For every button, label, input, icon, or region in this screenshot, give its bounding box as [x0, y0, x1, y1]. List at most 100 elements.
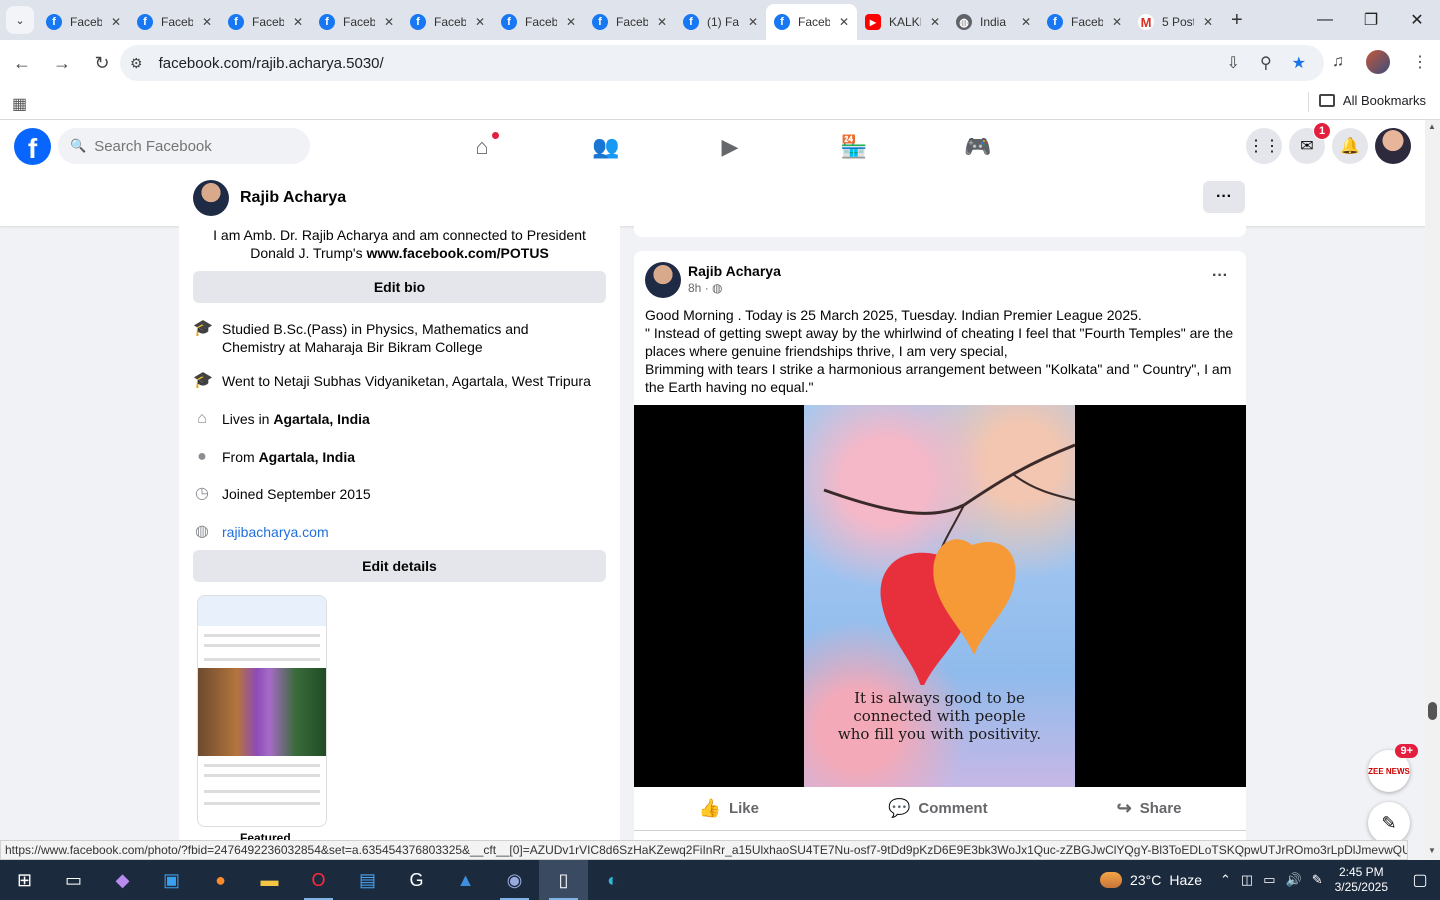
close-tab-icon[interactable]: ✕ — [566, 15, 576, 29]
media-control-icon[interactable]: ♫ — [1332, 53, 1344, 71]
zoom-icon[interactable]: ⚲ — [1260, 53, 1272, 73]
all-bookmarks-button[interactable]: All Bookmarks — [1318, 93, 1426, 108]
post-author-name[interactable]: Rajib Acharya — [688, 263, 781, 279]
tab[interactable]: ◍ India ✕ — [948, 6, 1039, 38]
restore-icon[interactable]: ❐ — [1348, 0, 1394, 40]
account-avatar[interactable] — [1375, 128, 1411, 164]
facebook-search[interactable]: 🔍 — [58, 128, 310, 164]
apps-grid-icon[interactable]: ▦ — [12, 94, 27, 114]
tab[interactable]: f Facebook ✕ — [493, 6, 584, 38]
close-tab-icon[interactable]: ✕ — [657, 15, 667, 29]
tab[interactable]: f Facebook ✕ — [1039, 6, 1130, 38]
facebook-logo-icon[interactable]: f — [14, 128, 51, 165]
post-photo[interactable]: It is always good to be connected with p… — [804, 405, 1075, 787]
close-window-icon[interactable]: ✕ — [1394, 0, 1440, 40]
bio-link[interactable]: www.facebook.com/POTUS — [366, 245, 548, 261]
url-text[interactable]: facebook.com/rajib.acharya.5030/ — [159, 55, 384, 72]
google-chrome-icon[interactable]: G — [392, 860, 441, 900]
minimize-icon[interactable]: — — [1302, 0, 1348, 40]
copilot-icon[interactable]: ◆ — [98, 860, 147, 900]
file-explorer-icon[interactable]: ▬ — [245, 860, 294, 900]
back-icon[interactable]: ← — [4, 45, 40, 81]
media-app-icon[interactable]: ◉ — [490, 860, 539, 900]
close-tab-icon[interactable]: ✕ — [384, 15, 394, 29]
scroll-up-arrow-icon[interactable]: ▲ — [1428, 122, 1436, 131]
profile-more-button[interactable]: ··· — [1203, 181, 1245, 213]
tab[interactable]: f Facebook ✕ — [402, 6, 493, 38]
pen-icon[interactable]: ✎ — [1312, 872, 1323, 888]
friends-icon[interactable]: 👥 — [544, 120, 668, 173]
marketplace-icon[interactable]: 🏪 — [792, 120, 916, 173]
reload-icon[interactable]: ↻ — [84, 45, 120, 81]
tab[interactable]: f Facebook ✕ — [220, 6, 311, 38]
menu-grid-icon[interactable]: ⋮⋮ — [1246, 128, 1282, 164]
featured-thumbnail[interactable] — [197, 595, 327, 827]
show-hidden-icons-icon[interactable]: ⌃ — [1220, 872, 1231, 888]
close-tab-icon[interactable]: ✕ — [839, 15, 849, 29]
notification-center-icon[interactable]: ▢ — [1400, 870, 1440, 890]
website-link[interactable]: rajibacharya.com — [222, 523, 329, 541]
lives-place[interactable]: Agartala, India — [273, 411, 369, 427]
close-tab-icon[interactable]: ✕ — [1021, 15, 1031, 29]
gaming-icon[interactable]: 🎮 — [916, 120, 1040, 173]
video-icon[interactable]: ▶ — [668, 120, 792, 173]
close-tab-icon[interactable]: ✕ — [930, 15, 940, 29]
scrollbar-thumb[interactable] — [1428, 702, 1437, 720]
search-input[interactable] — [94, 137, 295, 155]
monitor-app-icon[interactable]: ▣ — [147, 860, 196, 900]
volume-icon[interactable]: 🔊 — [1286, 872, 1302, 888]
tab[interactable]: f Facebook ✕ — [584, 6, 675, 38]
forward-icon[interactable]: → — [44, 45, 80, 81]
tab[interactable]: f Facebook ✕ — [129, 6, 220, 38]
from-place[interactable]: Agartala, India — [259, 449, 355, 465]
new-tab-button[interactable]: + — [1231, 9, 1243, 32]
bookmark-star-icon[interactable]: ★ — [1292, 53, 1306, 73]
share-button[interactable]: ↪ Share — [1117, 798, 1182, 819]
task-view-icon[interactable]: ▭ — [49, 860, 98, 900]
close-tab-icon[interactable]: ✕ — [111, 15, 121, 29]
browser-profile-avatar[interactable] — [1366, 50, 1390, 74]
tab-search-button[interactable]: ⌄ — [6, 6, 34, 34]
browser-menu-icon[interactable]: ⋮ — [1412, 52, 1428, 72]
zee-news-floating-button[interactable]: ZEE NEWS 9+ — [1368, 744, 1418, 792]
tab-active[interactable]: f Facebook ✕ — [766, 4, 857, 40]
close-tab-icon[interactable]: ✕ — [202, 15, 212, 29]
windows-start-icon[interactable]: ⊞ — [0, 860, 49, 900]
edge-icon[interactable]: ◐ — [588, 860, 637, 900]
home-icon[interactable]: ⌂ — [420, 120, 544, 173]
weather-widget[interactable]: 23°C Haze — [1100, 872, 1202, 888]
profile-avatar[interactable] — [193, 180, 229, 216]
post-media[interactable]: It is always good to be connected with p… — [634, 405, 1246, 787]
clock[interactable]: 2:45 PM 3/25/2025 — [1335, 865, 1388, 895]
notepad-icon[interactable]: ▯ — [539, 860, 588, 900]
close-tab-icon[interactable]: ✕ — [293, 15, 303, 29]
site-info-icon[interactable]: ⚙ — [130, 55, 143, 72]
close-tab-icon[interactable]: ✕ — [1112, 15, 1122, 29]
tab[interactable]: f Facebook ✕ — [311, 6, 402, 38]
edit-bio-button[interactable]: Edit bio — [193, 271, 606, 303]
network-icon[interactable]: ▭ — [1263, 872, 1275, 888]
tab[interactable]: f Facebook ✕ — [38, 6, 129, 38]
edit-details-button[interactable]: Edit details — [193, 550, 606, 582]
tab[interactable]: M 5 Posts ✕ — [1130, 6, 1221, 38]
close-tab-icon[interactable]: ✕ — [748, 15, 758, 29]
close-tab-icon[interactable]: ✕ — [1203, 15, 1213, 29]
install-app-icon[interactable]: ⇩ — [1227, 53, 1240, 73]
comment-button[interactable]: 💬 Comment — [888, 798, 988, 819]
post-options-icon[interactable]: ··· — [1212, 267, 1228, 285]
meet-now-icon[interactable]: ◫ — [1241, 872, 1253, 888]
profile-name[interactable]: Rajib Acharya — [240, 189, 346, 207]
address-bar[interactable]: ⚙ facebook.com/rajib.acharya.5030/ ⇩ ⚲ ★ — [120, 45, 1324, 81]
microsoft-store-icon[interactable]: ▤ — [343, 860, 392, 900]
scroll-down-arrow-icon[interactable]: ▼ — [1428, 846, 1436, 855]
post-author-avatar[interactable] — [645, 262, 681, 298]
post-time[interactable]: 8h — [688, 281, 701, 295]
tab[interactable]: ▶ KALKI ✕ — [857, 6, 948, 38]
messenger-icon[interactable]: ✉ 1 — [1289, 122, 1331, 164]
opera-icon[interactable]: O — [294, 860, 343, 900]
firefox-icon[interactable]: ● — [196, 860, 245, 900]
photos-app-icon[interactable]: ▲ — [441, 860, 490, 900]
page-scrollbar[interactable]: ▲ ▼ — [1425, 120, 1440, 860]
close-tab-icon[interactable]: ✕ — [475, 15, 485, 29]
tab[interactable]: f (1) Facebook ✕ — [675, 6, 766, 38]
